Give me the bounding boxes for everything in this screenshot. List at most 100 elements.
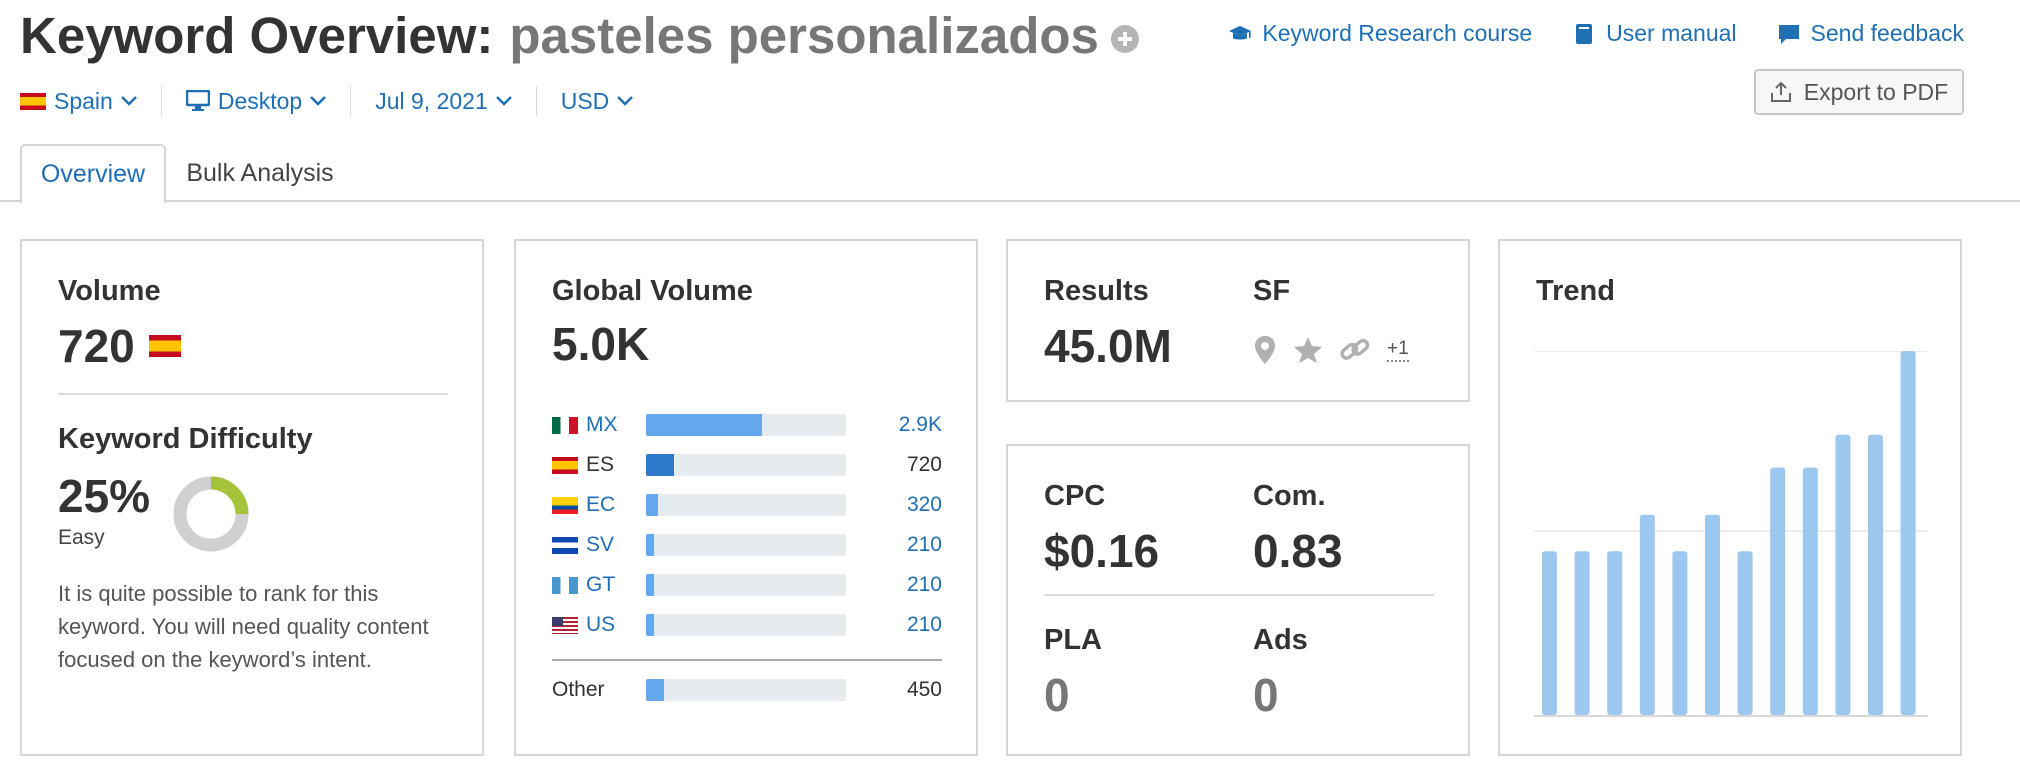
add-keyword-icon[interactable] <box>1110 24 1139 53</box>
link-icon[interactable] <box>1339 335 1371 365</box>
country-code[interactable]: SV <box>586 533 646 557</box>
usa-flag-icon <box>552 616 578 634</box>
volume-value-row: 720 <box>58 319 181 373</box>
country-code[interactable]: MX <box>586 413 646 437</box>
send-feedback-link[interactable]: Send feedback <box>1777 20 1964 47</box>
cpc-label: CPC <box>1044 480 1106 512</box>
chevron-down-icon <box>617 96 634 106</box>
filter-divider <box>160 86 162 116</box>
country-bar <box>646 534 846 556</box>
kd-label: Easy <box>58 526 105 549</box>
filter-divider <box>535 86 537 116</box>
keyword-research-course-label: Keyword Research course <box>1262 20 1533 46</box>
com-label: Com. <box>1253 480 1326 512</box>
country-row-gt[interactable]: GT 210 <box>552 570 942 600</box>
device-filter[interactable]: Desktop <box>185 88 327 115</box>
ads-label: Ads <box>1253 624 1308 656</box>
tab-bulk-analysis[interactable]: Bulk Analysis <box>180 144 340 202</box>
send-feedback-label: Send feedback <box>1810 20 1964 46</box>
country-code[interactable]: GT <box>586 573 646 597</box>
chevron-down-icon <box>310 96 327 106</box>
results-value: 45.0M <box>1044 320 1172 372</box>
global-volume-divider <box>552 659 942 661</box>
cpc-card: CPC $0.16 Com. 0.83 PLA 0 Ads 0 <box>1006 444 1470 756</box>
keyword-research-course-link[interactable]: Keyword Research course <box>1228 20 1532 47</box>
country-code[interactable]: EC <box>586 493 646 517</box>
trend-bar[interactable] <box>1542 551 1557 715</box>
speech-bubble-icon <box>1778 24 1799 44</box>
country-filter[interactable]: Spain <box>20 88 137 115</box>
country-volume[interactable]: 210 <box>862 613 942 637</box>
spain-flag-icon <box>20 92 46 110</box>
pla-value: 0 <box>1044 669 1070 721</box>
global-volume-card: Global Volume 5.0K MX 2.9K ES 720 EC 320… <box>514 239 978 756</box>
pla-label: PLA <box>1044 624 1102 656</box>
country-code[interactable]: US <box>586 613 646 637</box>
trend-bar[interactable] <box>1802 467 1818 715</box>
volume-value: 720 <box>58 320 135 372</box>
country-volume[interactable]: 210 <box>862 573 942 597</box>
mexico-flag-icon <box>552 416 578 434</box>
filter-divider <box>350 86 352 116</box>
other-volume: 450 <box>906 678 942 701</box>
country-bar-fill <box>646 614 654 636</box>
country-row-sv[interactable]: SV 210 <box>552 530 942 560</box>
spain-flag-icon <box>552 456 578 474</box>
export-pdf-button[interactable]: Export to PDF <box>1754 69 1964 115</box>
currency-label: USD <box>560 87 610 114</box>
country-bar <box>646 494 846 516</box>
country-volume[interactable]: 2.9K <box>862 413 942 437</box>
trend-bar[interactable] <box>1705 514 1720 715</box>
volume-divider <box>58 393 448 395</box>
currency-filter[interactable]: USD <box>561 88 634 115</box>
page-title: Keyword Overview: pasteles personalizado… <box>20 6 1139 65</box>
user-manual-link[interactable]: User manual <box>1572 20 1737 47</box>
chevron-down-icon <box>120 96 137 106</box>
other-bar-fill <box>646 679 664 701</box>
country-bar <box>646 614 846 636</box>
kd-description: It is quite possible to rank for this ke… <box>58 581 429 672</box>
global-volume-title: Global Volume <box>552 275 753 307</box>
title-label: Keyword Overview: <box>20 7 494 64</box>
tab-bar: Overview Bulk Analysis <box>0 144 2020 204</box>
ads-value: 0 <box>1253 669 1279 721</box>
trend-bar[interactable] <box>1868 434 1883 715</box>
chevron-down-icon <box>495 96 512 106</box>
star-icon[interactable] <box>1293 336 1323 364</box>
graduation-cap-icon <box>1229 25 1252 39</box>
location-pin-icon[interactable] <box>1253 335 1277 365</box>
country-row-us[interactable]: US 210 <box>552 610 942 640</box>
trend-title: Trend <box>1536 275 1615 307</box>
date-label: Jul 9, 2021 <box>375 87 488 114</box>
trend-bar[interactable] <box>1835 434 1851 715</box>
country-bar-fill <box>646 454 674 476</box>
other-label: Other <box>552 678 605 701</box>
country-row-ec[interactable]: EC 320 <box>552 490 942 520</box>
country-label: Spain <box>54 87 113 114</box>
country-volume: 720 <box>906 453 942 476</box>
guatemala-flag-icon <box>552 576 578 594</box>
country-volume[interactable]: 320 <box>862 493 942 517</box>
com-value: 0.83 <box>1253 525 1343 577</box>
tab-overview[interactable]: Overview <box>20 144 166 204</box>
keyword-text: pasteles personalizados <box>509 7 1099 64</box>
upload-icon <box>1770 81 1791 102</box>
sf-more-count[interactable]: +1 <box>1387 338 1409 362</box>
country-bar-fill <box>646 494 658 516</box>
trend-bar[interactable] <box>1737 551 1753 715</box>
ecuador-flag-icon <box>552 496 578 514</box>
kd-title: Keyword Difficulty <box>58 423 313 455</box>
top-links: Keyword Research course User manual Send… <box>1228 20 1964 47</box>
trend-bar[interactable] <box>1607 551 1623 715</box>
trend-bar[interactable] <box>1770 467 1786 715</box>
spain-flag-icon <box>148 335 181 357</box>
trend-chart <box>1534 351 1928 717</box>
country-row-mx[interactable]: MX 2.9K <box>552 410 942 440</box>
country-bar-fill <box>646 534 654 556</box>
trend-bar[interactable] <box>1639 514 1655 715</box>
trend-bar[interactable] <box>1900 351 1916 715</box>
trend-bar[interactable] <box>1574 551 1590 715</box>
trend-bar[interactable] <box>1672 551 1688 715</box>
country-volume[interactable]: 210 <box>862 533 942 557</box>
date-filter[interactable]: Jul 9, 2021 <box>375 88 512 115</box>
